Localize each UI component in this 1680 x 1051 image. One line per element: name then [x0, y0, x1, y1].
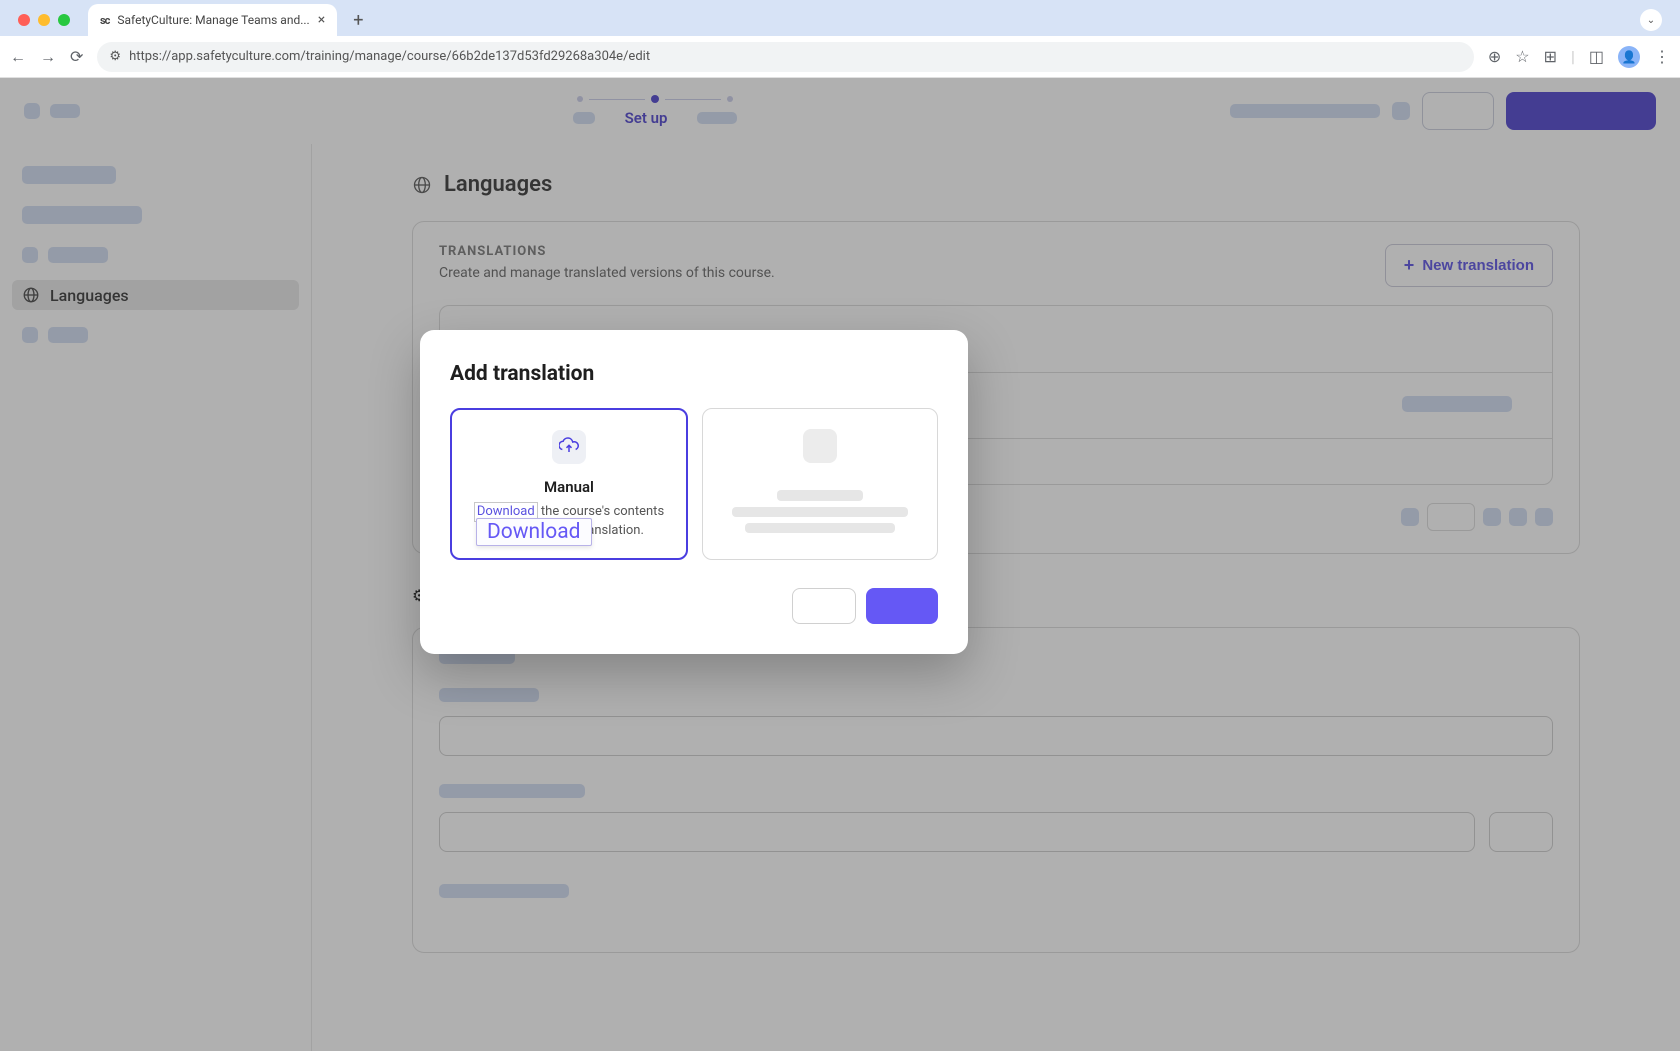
skeleton: [777, 490, 863, 501]
sidepanel-icon[interactable]: ◫: [1589, 47, 1604, 66]
url-text: https://app.safetyculture.com/training/m…: [129, 49, 650, 64]
profile-icon[interactable]: 👤: [1618, 46, 1640, 68]
minimize-window-button[interactable]: [38, 14, 50, 26]
url-bar[interactable]: ⚙ https://app.safetyculture.com/training…: [97, 42, 1473, 72]
site-settings-icon[interactable]: ⚙: [109, 49, 121, 64]
forward-icon[interactable]: →: [40, 47, 56, 67]
skeleton: [732, 507, 908, 517]
toolbar-icons: ⊕ ☆ ⊞ | ◫ 👤 ⋮: [1488, 46, 1670, 68]
divider: |: [1571, 47, 1575, 66]
option-icon-placeholder: [803, 429, 837, 463]
skeleton: [745, 523, 895, 533]
option-auto[interactable]: [702, 408, 938, 560]
window-controls: [8, 14, 80, 26]
close-window-button[interactable]: [18, 14, 30, 26]
app: Set up Languages Languages: [0, 78, 1680, 1051]
menu-icon[interactable]: ⋮: [1654, 47, 1670, 66]
maximize-window-button[interactable]: [58, 14, 70, 26]
browser-chrome: sc SafetyCulture: Manage Teams and... × …: [0, 0, 1680, 78]
back-icon[interactable]: ←: [10, 47, 26, 67]
new-tab-button[interactable]: +: [345, 10, 371, 31]
bookmark-icon[interactable]: ☆: [1515, 47, 1529, 66]
modal-title: Add translation: [450, 362, 938, 386]
add-translation-modal: Add translation Manual Download the cour…: [420, 330, 968, 654]
confirm-button[interactable]: [866, 588, 938, 624]
url-bar-row: ← → ⟳ ⚙ https://app.safetyculture.com/tr…: [0, 36, 1680, 78]
browser-tab[interactable]: sc SafetyCulture: Manage Teams and... ×: [88, 4, 337, 36]
favicon-icon: sc: [100, 14, 109, 27]
tab-bar: sc SafetyCulture: Manage Teams and... × …: [0, 0, 1680, 36]
extensions-icon[interactable]: ⊞: [1544, 47, 1557, 66]
modal-actions: [450, 588, 938, 624]
zoom-icon[interactable]: ⊕: [1488, 47, 1501, 66]
reload-icon[interactable]: ⟳: [70, 47, 83, 66]
option-title: Manual: [544, 478, 594, 496]
chrome-dropdown-icon[interactable]: ⌄: [1640, 9, 1662, 31]
upload-icon-box: [552, 430, 586, 464]
upload-icon: [559, 437, 579, 457]
cancel-button[interactable]: [792, 588, 856, 624]
close-tab-icon[interactable]: ×: [318, 12, 325, 28]
tab-title: SafetyCulture: Manage Teams and...: [117, 13, 309, 27]
download-tooltip: Download: [476, 518, 592, 546]
